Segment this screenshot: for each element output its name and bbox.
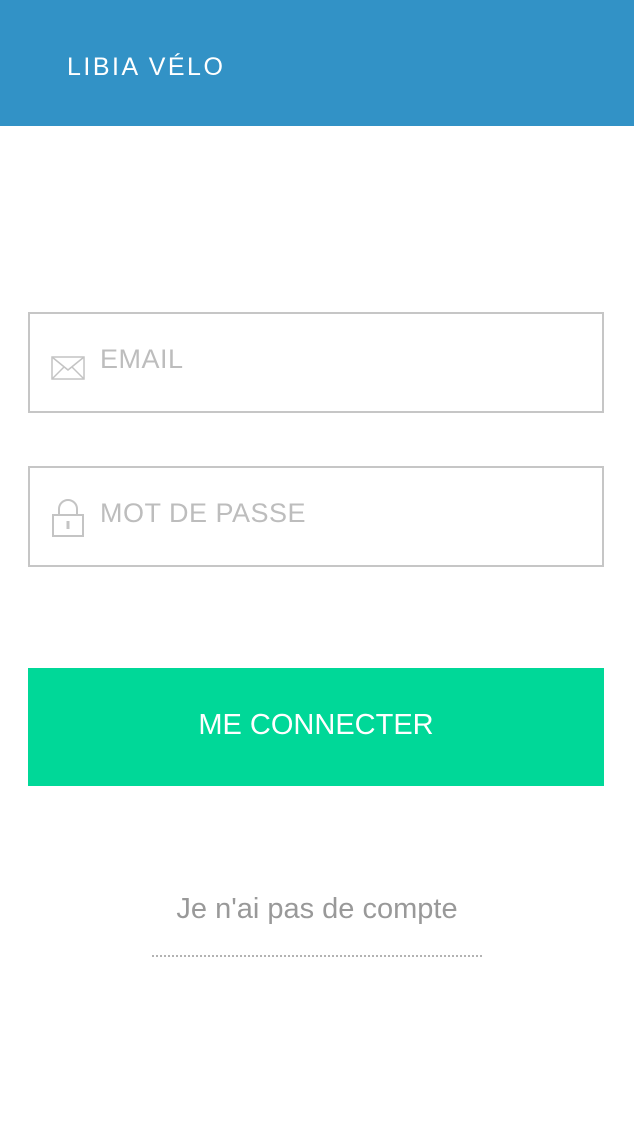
password-input[interactable] — [100, 468, 590, 565]
email-field-container — [28, 312, 604, 413]
lock-icon — [50, 468, 86, 565]
password-field-container — [28, 466, 604, 567]
email-input[interactable] — [100, 314, 590, 411]
no-account-link[interactable]: Je n'ai pas de compte — [152, 888, 482, 958]
envelope-icon — [50, 314, 86, 411]
app-header: LIBIA VÉLO — [0, 0, 634, 126]
no-account-link-underline — [152, 955, 482, 957]
login-button[interactable]: ME CONNECTER — [28, 668, 604, 786]
brand-title: LIBIA VÉLO — [67, 53, 226, 81]
